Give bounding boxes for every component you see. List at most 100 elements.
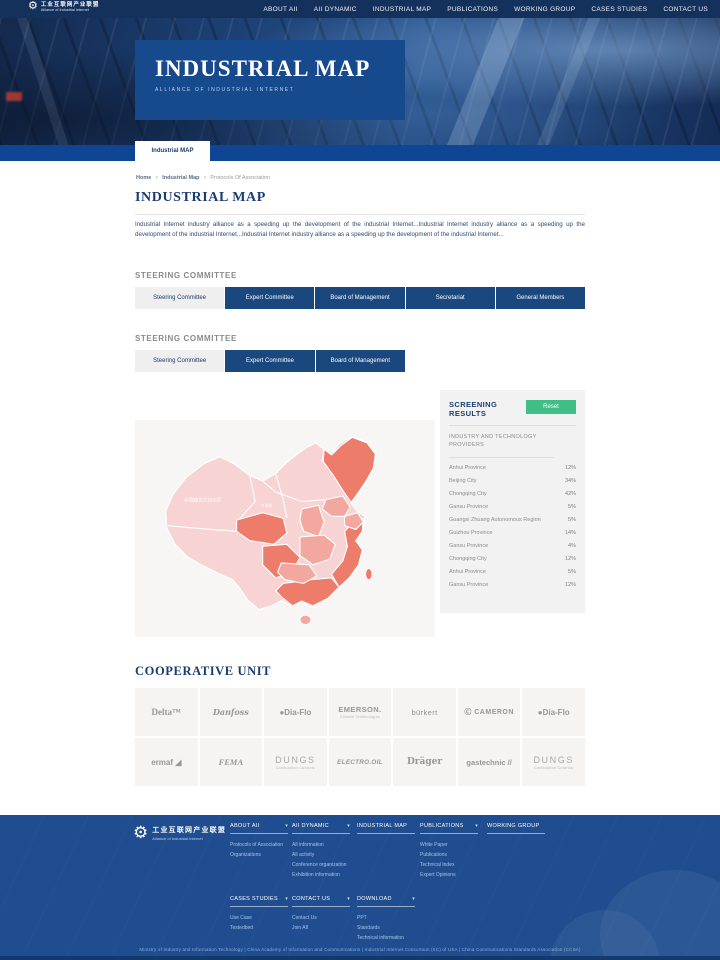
chevron-down-icon[interactable]: ▾	[475, 823, 478, 829]
tab-board-of-management[interactable]: Board of Management	[315, 287, 404, 309]
footer-link[interactable]: Protocols of Association	[230, 840, 288, 850]
partner-logo-dungs[interactable]: DUNGSCombustion Controls	[264, 738, 327, 786]
screening-row[interactable]: Gansu Province 5%	[449, 500, 576, 513]
nav-item-aii-dynamic[interactable]: AII DYNAMIC	[314, 6, 357, 13]
logo-text: Delta™	[152, 707, 182, 717]
map-region-hainan[interactable]	[300, 615, 311, 624]
footer-link[interactable]: Technical Index	[420, 860, 478, 870]
province-name: Guangxi Zhuang Autonomous Region	[449, 517, 541, 523]
footer-col-title: INDUSTRIAL MAP	[357, 823, 407, 829]
partner-logo-delta[interactable]: Delta™	[135, 688, 198, 736]
footer-link[interactable]: Testedbed	[230, 923, 288, 933]
province-pct: 12%	[565, 556, 576, 562]
nav-item-about-aii[interactable]: ABOUT AII	[263, 6, 297, 13]
tab-board-of-management-2[interactable]: Board of Management	[316, 350, 405, 372]
breadcrumb-home[interactable]: Home	[136, 175, 151, 181]
breadcrumb-industrial-map[interactable]: Industrial Map	[162, 175, 199, 181]
partner-logo-burkert[interactable]: bürkert	[393, 688, 456, 736]
screening-row[interactable]: Gansu Province 4%	[449, 539, 576, 552]
hero-photo-beam	[14, 18, 76, 145]
province-pct: 14%	[565, 530, 576, 536]
main-nav: ABOUT AII AII DYNAMIC INDUSTRIAL MAP PUB…	[263, 0, 708, 18]
footer-link[interactable]: Expert Opinions	[420, 870, 478, 880]
partner-logo-emerson[interactable]: EMERSON.Climate Technologies	[329, 688, 392, 736]
hero-subtitle: ALLIANCE OF INDUSTRIAL INTERNET	[155, 87, 405, 93]
partner-logo-gastechnic[interactable]: gastechnic //	[458, 738, 521, 786]
screening-row[interactable]: Anhui Province 12%	[449, 461, 576, 474]
partner-logo-drager[interactable]: Dräger	[393, 738, 456, 786]
footer-link[interactable]: Exhibition information	[292, 870, 350, 880]
chevron-down-icon[interactable]: ▾	[347, 823, 350, 829]
screening-row[interactable]: Chongqing City 42%	[449, 487, 576, 500]
partner-logo-cameron[interactable]: Ⓒ CAMERON	[458, 688, 521, 736]
nav-item-industrial-map[interactable]: INDUSTRIAL MAP	[373, 6, 432, 13]
province-name: Guizhou Province	[449, 530, 492, 536]
footer-link[interactable]: Technical information	[357, 933, 415, 943]
screening-row[interactable]: Guangxi Zhuang Autonomous Region 5%	[449, 513, 576, 526]
china-map[interactable]: 新疆维吾尔自治区 甘肃省	[145, 427, 425, 630]
footer-link[interactable]: Organizations	[230, 850, 288, 860]
partner-logo-fema[interactable]: FEMA	[200, 738, 263, 786]
footer-credits: Ministry of Industry and Information Tec…	[0, 947, 720, 952]
footer-link[interactable]: Standards	[357, 923, 415, 933]
footer-col-title: PUBLICATIONS	[420, 823, 464, 829]
section-tab-industrial-map[interactable]: Industrial MAP	[135, 141, 210, 161]
footer-link[interactable]: All activity	[292, 850, 350, 860]
nav-item-contact-us[interactable]: CONTACT US	[663, 6, 708, 13]
partner-logo-dungs-2[interactable]: DUNGSCombustion Controls	[522, 738, 585, 786]
province-name: Gansu Province	[449, 504, 488, 510]
logo-text: DUNGS	[275, 755, 316, 765]
footer-link[interactable]: PPT	[357, 913, 415, 923]
screening-row[interactable]: Chongqing City 12%	[449, 552, 576, 565]
tab-secretariat[interactable]: Secretariat	[406, 287, 495, 309]
chevron-down-icon[interactable]: ▾	[412, 896, 415, 902]
province-name: Gansu Province	[449, 543, 488, 549]
footer-col-working-group: WORKING GROUP	[487, 823, 545, 834]
hero-photo-beam	[528, 18, 605, 145]
partner-logo-grid: Delta™ Danfoss ●Dia-Flo EMERSON.Climate …	[135, 688, 585, 786]
chevron-down-icon[interactable]: ▾	[347, 896, 350, 902]
map-region-taiwan[interactable]	[366, 569, 373, 580]
partner-logo-electro-oil[interactable]: ELECTRO.OIL	[329, 738, 392, 786]
screening-title: SCREENING RESULTS	[449, 400, 517, 418]
footer-link[interactable]: Join AII	[292, 923, 350, 933]
nav-item-publications[interactable]: PUBLICATIONS	[447, 6, 498, 13]
footer-link[interactable]: Publications	[420, 850, 478, 860]
province-name: Chongqing City	[449, 556, 487, 562]
gear-logo-icon: ⚙	[28, 1, 38, 12]
footer-link[interactable]: Contact Us	[292, 913, 350, 923]
footer-logo[interactable]: ⚙ 工业互联网产业联盟 Alliance of Industrial Inter…	[133, 824, 226, 841]
partner-logo-dia-flo-2[interactable]: ●Dia-Flo	[522, 688, 585, 736]
screening-row[interactable]: Gansu Province 12%	[449, 578, 576, 591]
footer-link[interactable]: White Paper	[420, 840, 478, 850]
reset-button[interactable]: Reset	[526, 400, 576, 414]
partner-logo-danfoss[interactable]: Danfoss	[200, 688, 263, 736]
footer-link[interactable]: Conference organization	[292, 860, 350, 870]
chevron-down-icon[interactable]: ▾	[285, 896, 288, 902]
site-logo-en: Alliance of Industrial Internet	[41, 8, 100, 12]
footer-col-title: AII DYNAMIC	[292, 823, 329, 829]
site-logo[interactable]: ⚙ 工业互联网产业联盟 Alliance of Industrial Inter…	[28, 0, 99, 12]
footer-link[interactable]: Use Case	[230, 913, 288, 923]
screening-row[interactable]: Anhui Province 5%	[449, 565, 576, 578]
province-name: Beijing City	[449, 478, 477, 484]
footer-link[interactable]: All information	[292, 840, 350, 850]
tab-steering-committee-2[interactable]: Steering Committee	[135, 350, 224, 372]
nav-item-working-group[interactable]: WORKING GROUP	[514, 6, 575, 13]
nav-item-cases-studies[interactable]: CASES STUDIES	[591, 6, 647, 13]
province-pct: 42%	[565, 491, 576, 497]
partner-logo-ermaf[interactable]: ermaf ◢	[135, 738, 198, 786]
tab-expert-committee-2[interactable]: Expert Committee	[225, 350, 314, 372]
tab-steering-committee[interactable]: Steering Committee	[135, 287, 224, 309]
logo-text: DUNGS	[533, 755, 574, 765]
china-map-panel: 新疆维吾尔自治区 甘肃省	[135, 420, 435, 637]
committee-tabs-2: Steering Committee Expert Committee Boar…	[135, 350, 405, 372]
screening-row[interactable]: Guizhou Province 14%	[449, 526, 576, 539]
partner-logo-dia-flo[interactable]: ●Dia-Flo	[264, 688, 327, 736]
chevron-down-icon[interactable]: ▾	[285, 823, 288, 829]
breadcrumb-current: Protocols Of Association	[210, 175, 270, 181]
footer-col-aii-dynamic: AII DYNAMIC ▾ All information All activit…	[292, 823, 350, 880]
tab-expert-committee[interactable]: Expert Committee	[225, 287, 314, 309]
tab-general-members[interactable]: General Members	[496, 287, 585, 309]
screening-row[interactable]: Beijing City 34%	[449, 474, 576, 487]
